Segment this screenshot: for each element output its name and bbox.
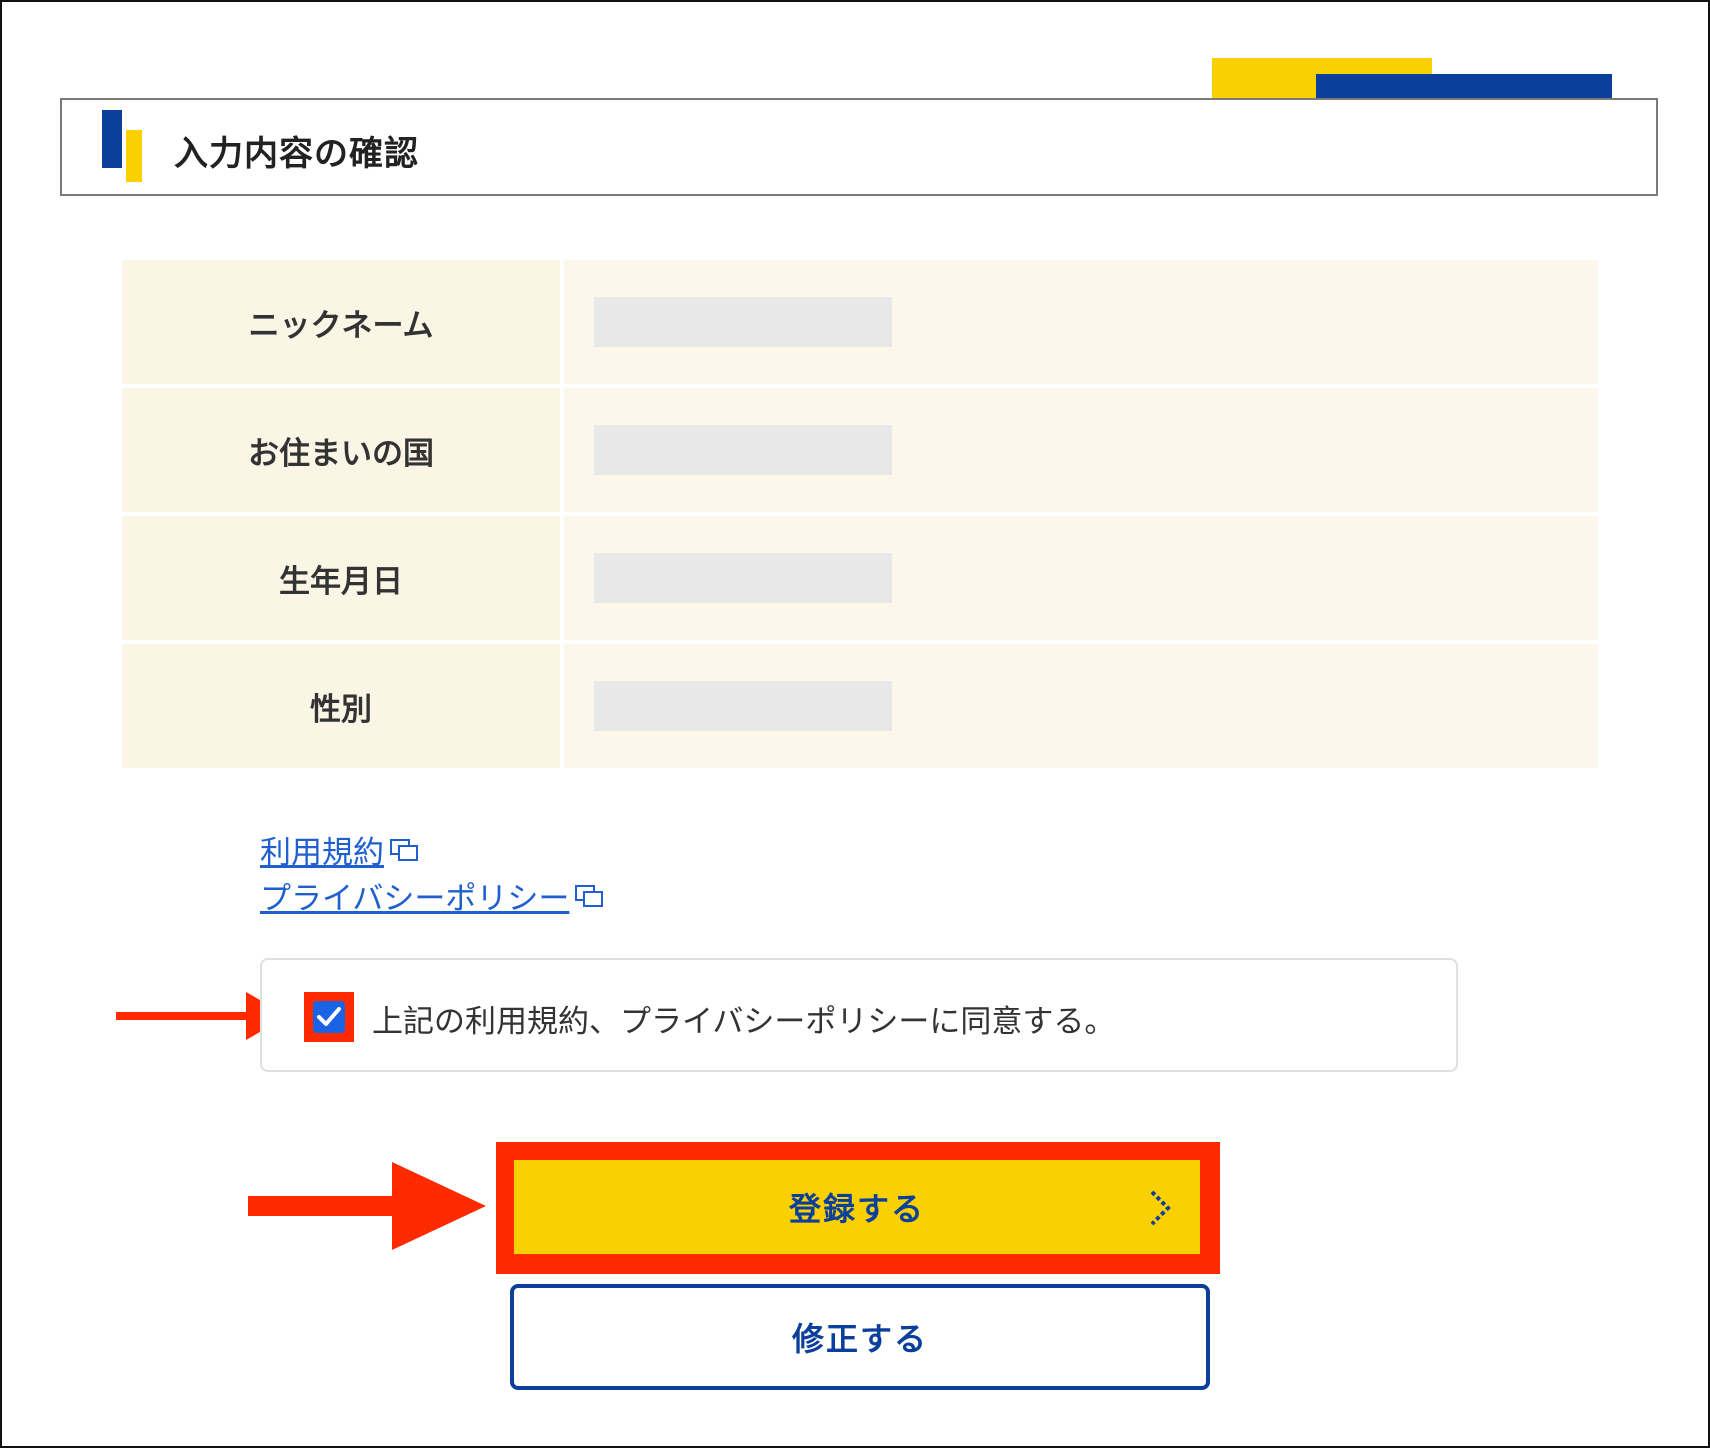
agree-checkbox[interactable] (313, 1001, 345, 1033)
row-label-gender: 性別 (122, 644, 560, 768)
row-value-birthdate (564, 516, 1598, 640)
table-row-birthdate: 生年月日 (122, 516, 1598, 640)
external-window-icon (575, 885, 604, 907)
title-mark-blue (102, 110, 122, 168)
row-label-country: お住まいの国 (122, 388, 560, 512)
terms-link-label[interactable]: 利用規約 (260, 827, 384, 872)
row-value-country (564, 388, 1598, 512)
page-title-box: 入力内容の確認 (60, 98, 1658, 196)
agree-label[interactable]: 上記の利用規約、プライバシーポリシーに同意する。 (372, 996, 1115, 1041)
confirmation-table: ニックネーム お住まいの国 生年月日 性別 (122, 260, 1598, 772)
row-value-nickname (564, 260, 1598, 384)
redacted-value (594, 553, 892, 603)
register-button-label: 登録する (788, 1190, 925, 1228)
privacy-link-label[interactable]: プライバシーポリシー (260, 873, 569, 918)
terms-link[interactable]: 利用規約 (260, 826, 603, 872)
policy-links: 利用規約 プライバシーポリシー (260, 826, 604, 918)
external-window-icon (390, 839, 418, 861)
redacted-value (594, 681, 892, 731)
annotation-arrow-head (392, 1162, 486, 1250)
edit-button-label: 修正する (791, 1320, 928, 1358)
redacted-value (594, 425, 892, 475)
annotation-arrow-shaft (248, 1196, 398, 1216)
submit-button-highlight: 登録する (496, 1142, 1220, 1274)
row-label-birthdate: 生年月日 (122, 516, 560, 640)
privacy-policy-link[interactable]: プライバシーポリシー (260, 872, 604, 918)
table-row-nickname: ニックネーム (122, 260, 1598, 384)
title-mark-yellow (126, 130, 142, 182)
checkmark-icon (317, 1007, 341, 1026)
redacted-value (594, 297, 892, 347)
agreement-box: 上記の利用規約、プライバシーポリシーに同意する。 (260, 958, 1458, 1072)
chevron-right-icon (1150, 1190, 1171, 1226)
register-button[interactable]: 登録する (514, 1160, 1200, 1254)
table-row-country: お住まいの国 (122, 388, 1598, 512)
checkbox-highlight (304, 992, 354, 1042)
table-row-gender: 性別 (122, 644, 1598, 768)
row-label-nickname: ニックネーム (122, 260, 560, 384)
row-value-gender (564, 644, 1598, 768)
header-decoration-blue (1316, 74, 1612, 100)
page-title: 入力内容の確認 (174, 134, 419, 174)
annotation-arrow-shaft (116, 1012, 256, 1020)
edit-button[interactable]: 修正する (510, 1284, 1210, 1390)
